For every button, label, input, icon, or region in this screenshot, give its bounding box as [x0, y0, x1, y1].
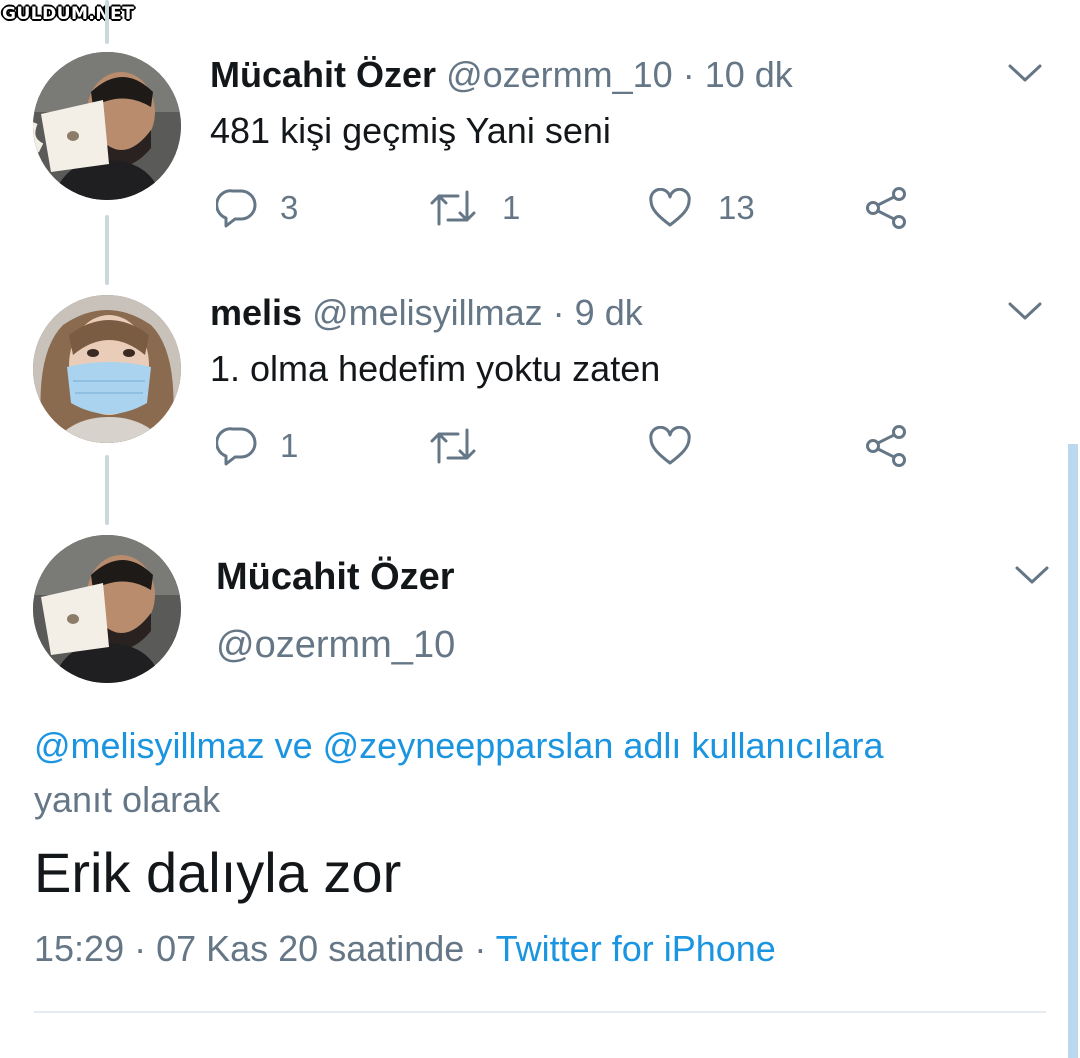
share-icon — [866, 187, 906, 229]
mention-link[interactable]: @zeyneepparslan — [323, 725, 614, 766]
separator: · — [682, 54, 695, 95]
tweet-text: 1. olma hedefim yoktu zaten — [210, 348, 661, 389]
tweet-time[interactable]: 10 dk — [705, 54, 793, 95]
author-name[interactable]: Mücahit Özer — [216, 556, 455, 599]
thread-line — [105, 455, 109, 525]
scrollbar[interactable] — [1068, 444, 1078, 1058]
reply-count: 3 — [280, 189, 299, 226]
separator: · — [552, 292, 565, 333]
retweet-button[interactable] — [428, 426, 500, 466]
like-button[interactable]: 13 — [648, 188, 755, 228]
chevron-down-icon[interactable] — [1015, 566, 1049, 591]
like-button[interactable] — [648, 426, 714, 466]
tweet-header: Mücahit Özer @ozermm_10 · 10 dk — [210, 54, 793, 96]
avatar[interactable] — [33, 52, 181, 200]
reply-tail-text: yanıt olarak — [34, 779, 221, 820]
reply-suffix-text[interactable]: adlı kullanıcılara — [623, 725, 883, 766]
author-name[interactable]: Mücahit Özer — [210, 54, 436, 95]
avatar[interactable] — [33, 535, 181, 683]
reply-count: 1 — [280, 427, 299, 464]
retweet-icon — [430, 428, 476, 464]
tweet-timestamp[interactable]: 15:29 · 07 Kas 20 saatinde · — [34, 928, 486, 969]
thread-line — [105, 215, 109, 285]
share-button[interactable] — [863, 186, 909, 230]
retweet-count: 1 — [502, 189, 521, 226]
chevron-down-icon[interactable] — [1008, 64, 1042, 89]
chevron-down-icon[interactable] — [1008, 302, 1042, 327]
tweet-time[interactable]: 9 dk — [575, 292, 643, 333]
tweet-meta: 15:29 · 07 Kas 20 saatinde · Twitter for… — [34, 928, 776, 970]
reply-context: @melisyillmaz ve @zeyneepparslan adlı ku… — [34, 719, 1034, 827]
like-count: 13 — [718, 189, 755, 226]
author-name[interactable]: melis — [210, 292, 302, 333]
author-handle[interactable]: @ozermm_10 — [216, 624, 455, 667]
reply-icon — [216, 427, 257, 466]
retweet-icon — [430, 190, 476, 226]
retweet-button[interactable]: 1 — [428, 188, 520, 228]
divider — [34, 1011, 1046, 1013]
reply-and-text: ve — [274, 725, 313, 766]
author-handle[interactable]: @ozermm_10 — [446, 54, 673, 95]
heart-icon — [649, 188, 691, 227]
thread-line — [105, 0, 109, 44]
tweet-source-link[interactable]: Twitter for iPhone — [496, 928, 776, 969]
author-handle[interactable]: @melisyillmaz — [312, 292, 543, 333]
tweet-text: Erik dalıyla zor — [34, 841, 402, 904]
tweet-header: melis @melisyillmaz · 9 dk — [210, 292, 643, 334]
heart-icon — [649, 426, 691, 465]
tweet-text: 481 kişi geçmiş Yani seni — [210, 110, 611, 151]
reply-icon — [216, 189, 257, 228]
reply-button[interactable]: 3 — [216, 188, 298, 228]
share-button[interactable] — [863, 424, 909, 468]
avatar[interactable] — [33, 295, 181, 443]
reply-button[interactable]: 1 — [216, 426, 298, 466]
watermark: GULDUM.NET — [2, 4, 135, 24]
mention-link[interactable]: @melisyillmaz — [34, 725, 265, 766]
share-icon — [866, 425, 906, 467]
